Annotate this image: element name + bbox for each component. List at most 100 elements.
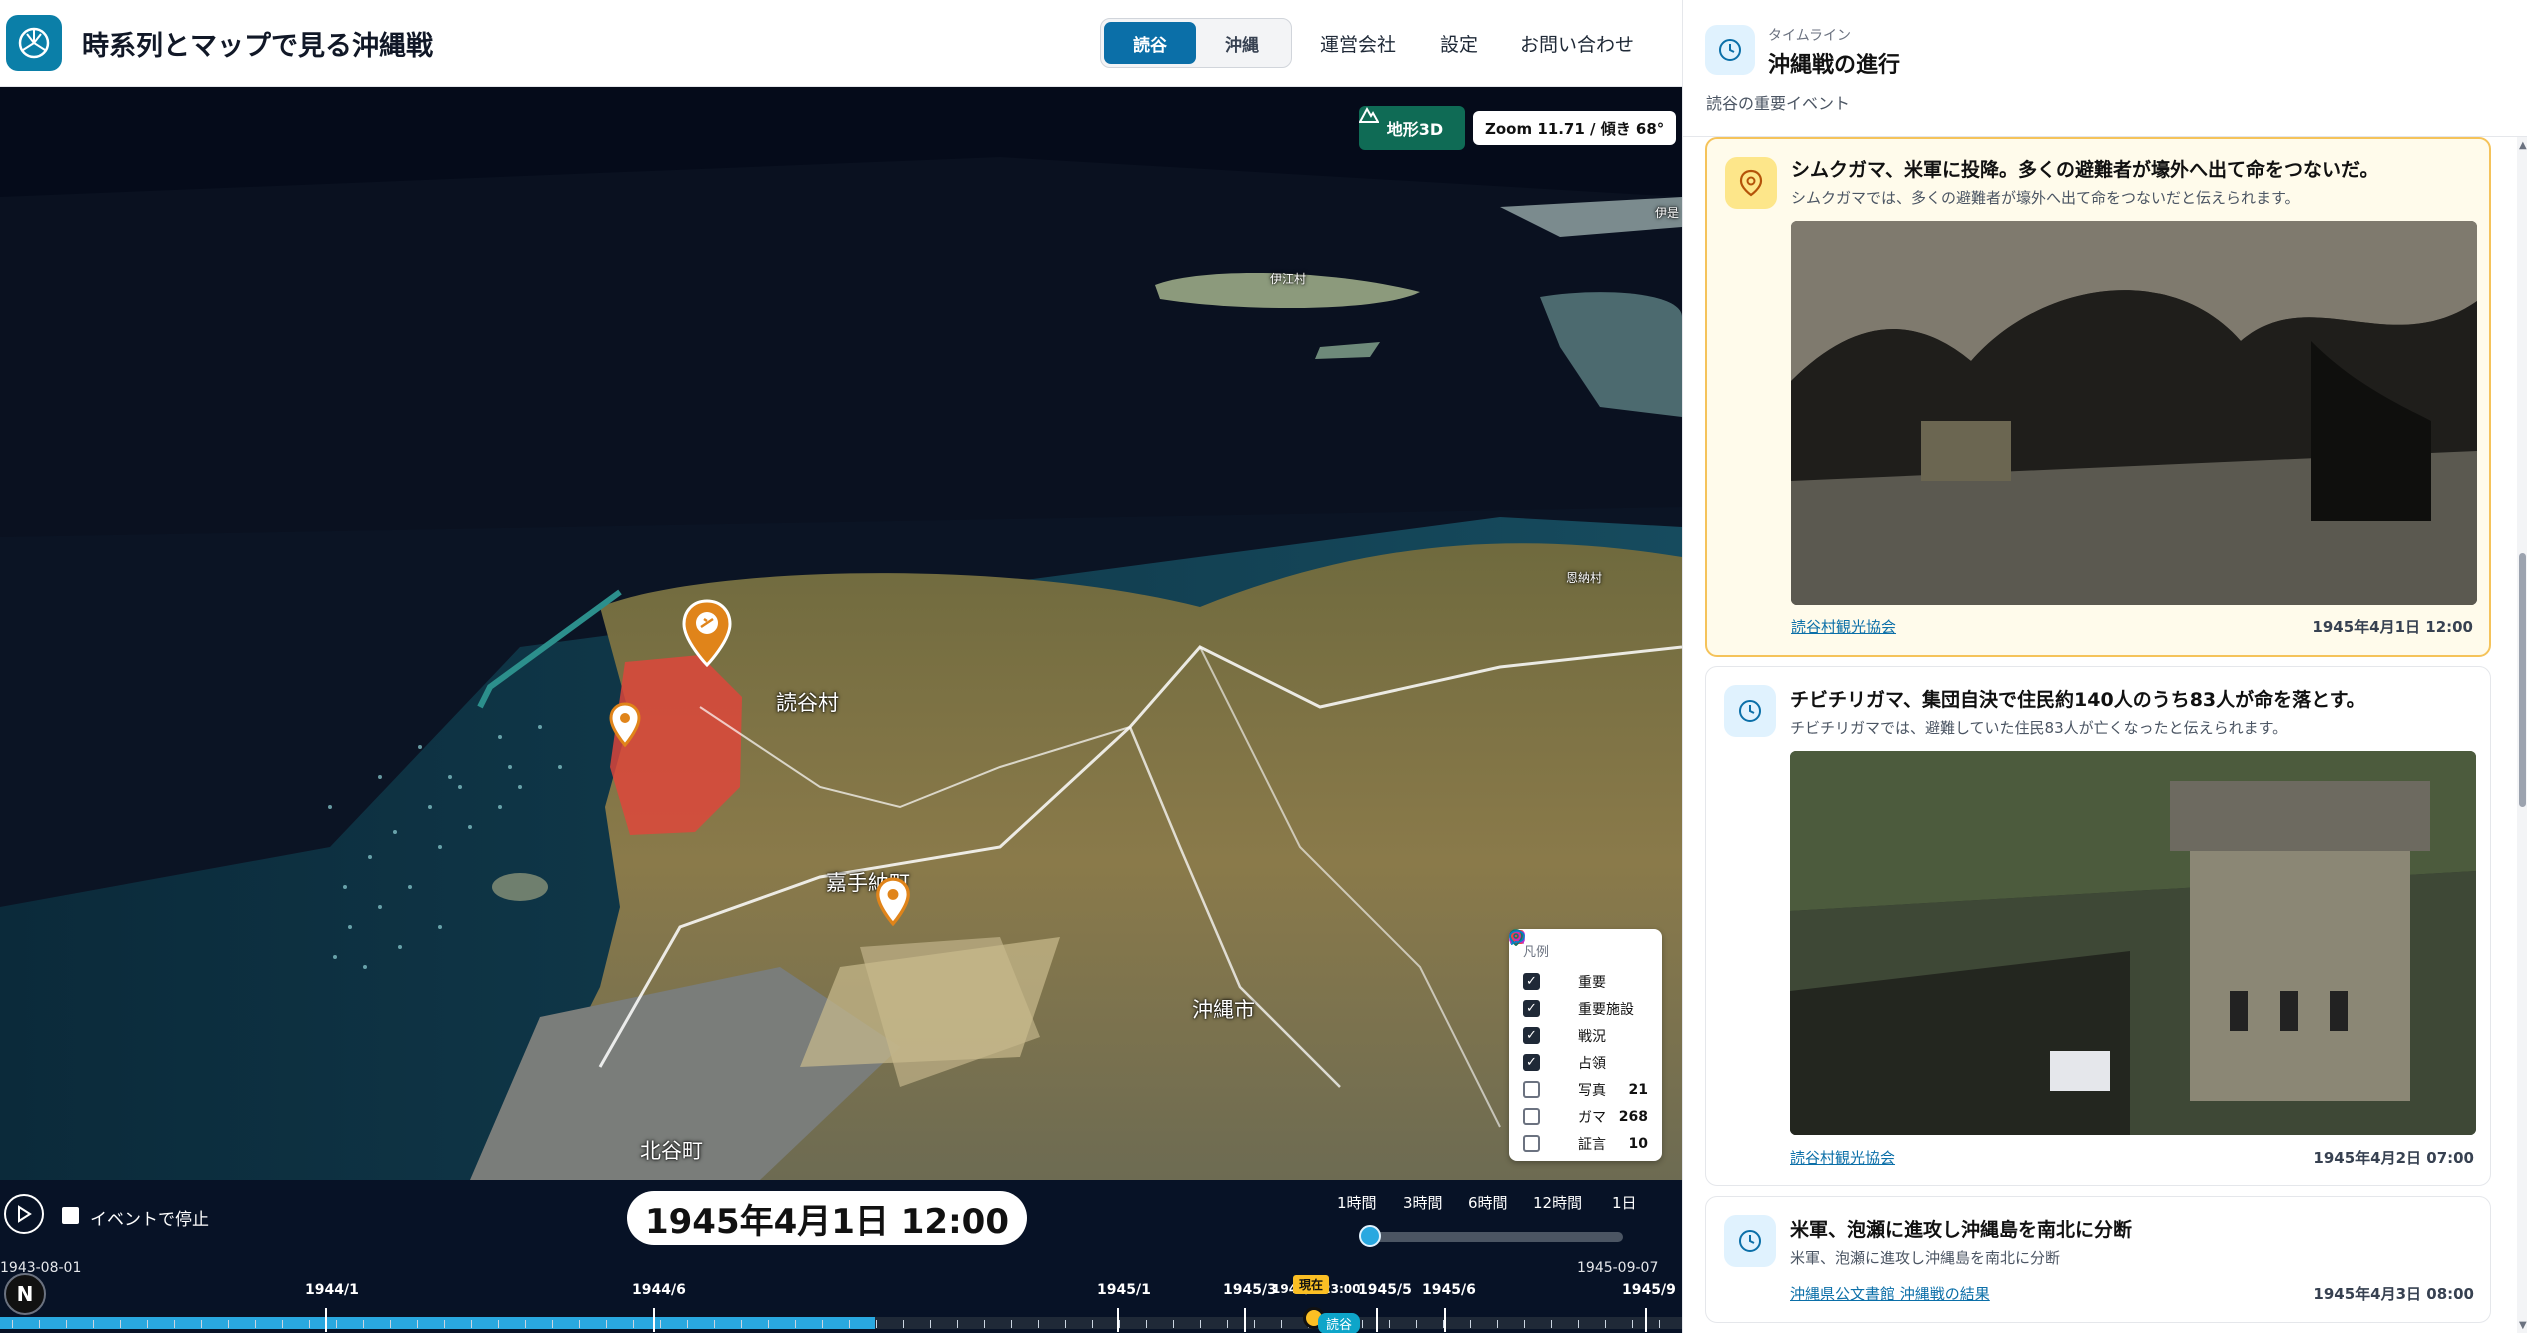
speed-slider-track[interactable]	[1360, 1232, 1623, 1242]
event-source-link[interactable]: 読谷村観光協会	[1790, 1147, 1895, 1168]
legend-checkbox[interactable]: ✓	[1523, 1000, 1540, 1017]
legend-checkbox[interactable]	[1523, 1108, 1540, 1125]
timeline-minor-tick	[201, 1320, 202, 1328]
nav-company-link[interactable]: 運営会社	[1320, 0, 1396, 87]
occupied-square-icon	[1510, 930, 1568, 1072]
timeline-tick	[325, 1308, 327, 1332]
legend-count: 268	[1618, 1108, 1648, 1125]
scroll-up-icon[interactable]: ▲	[2519, 140, 2527, 151]
speed-option-1d[interactable]: 1日	[1612, 1192, 1637, 1213]
event-date: 1945年4月1日 12:00	[2312, 618, 2473, 636]
sidebar-scrollbar-thumb[interactable]	[2519, 553, 2526, 807]
timeline-tick-label: 1944/1	[305, 1282, 359, 1298]
timeline-minor-tick	[1227, 1320, 1228, 1328]
major-event-pin-icon[interactable]	[682, 599, 732, 669]
speed-slider-knob[interactable]	[1359, 1225, 1381, 1247]
timeline-minor-tick	[957, 1320, 958, 1328]
current-region-tag: 読谷	[1318, 1313, 1361, 1333]
timeline-minor-tick	[1551, 1320, 1552, 1328]
timeline-minor-tick	[1119, 1320, 1120, 1328]
event-source-link[interactable]: 読谷村観光協会	[1791, 616, 1896, 637]
legend-label: 証言	[1578, 1136, 1606, 1153]
legend-checkbox[interactable]	[1523, 1135, 1540, 1152]
timeline-minor-tick	[984, 1320, 985, 1328]
stop-on-event-checkbox[interactable]	[62, 1207, 79, 1224]
speed-option-1h[interactable]: 1時間	[1337, 1192, 1377, 1213]
nav-settings-link[interactable]: 設定	[1440, 0, 1478, 87]
speed-option-6h[interactable]: 6時間	[1468, 1192, 1508, 1213]
legend-item[interactable]: ガマ 268	[1509, 929, 1648, 1130]
now-marker-label: 現在	[1293, 1275, 1330, 1294]
timeline-minor-tick	[1011, 1320, 1012, 1328]
timeline-minor-tick	[444, 1320, 445, 1328]
terrain-3d-label: 地形3D	[1386, 120, 1444, 139]
speed-option-12h[interactable]: 12時間	[1533, 1192, 1582, 1213]
event-source-link[interactable]: 沖縄県公文書館 沖縄戦の結果	[1790, 1283, 1990, 1304]
map-canvas[interactable]: 地形3D Zoom 11.71 / 傾き 68° 読谷村 嘉手納町 沖縄市 北谷…	[0, 87, 1682, 1180]
event-date: 1945年4月2日 07:00	[2313, 1149, 2474, 1167]
tab-yomitan[interactable]: 読谷	[1104, 22, 1196, 64]
timeline-tick-label: 1945/9	[1622, 1282, 1676, 1298]
legend-title: 凡例	[1523, 945, 1550, 960]
camera-icon	[1509, 930, 1568, 1099]
speech-icon	[1509, 930, 1568, 1153]
play-button[interactable]	[4, 1194, 44, 1234]
legend-item[interactable]: ✓ 重要	[1509, 929, 1648, 995]
compass-north-button[interactable]: N	[4, 1273, 46, 1315]
legend-checkbox[interactable]: ✓	[1523, 1054, 1540, 1071]
timeline-tick	[1444, 1308, 1446, 1332]
legend-item[interactable]: ✓ 戦況	[1510, 930, 1648, 1049]
timeline-bar: イベントで停止 1945年4月1日 12:00 1時間 3時間 6時間 12時間…	[0, 1180, 1682, 1333]
timeline-minor-tick	[255, 1320, 256, 1328]
legend-item[interactable]: 写真 21	[1509, 930, 1648, 1103]
event-date: 1945年4月3日 08:00	[2313, 1285, 2474, 1303]
timeline-minor-tick	[1605, 1320, 1606, 1328]
timeline-minor-tick	[1065, 1320, 1066, 1328]
event-pin-icon[interactable]	[875, 877, 911, 927]
event-description: シムクガマでは、多くの避難者が壕外へ出て命をつないだと伝えられます。	[1791, 189, 2300, 207]
timeline-minor-tick	[1443, 1320, 1444, 1328]
legend-item[interactable]: ✓ 重要施設	[1509, 930, 1648, 1022]
app-header: 時系列とマップで見る沖縄戦 読谷 沖縄 運営会社 設定 お問い合わせ	[0, 0, 1682, 87]
timeline-minor-tick	[525, 1320, 526, 1328]
clock-icon	[1724, 685, 1776, 737]
timeline-tick-label: 1945/5	[1358, 1282, 1412, 1298]
event-photo[interactable]	[1790, 751, 2476, 1135]
legend-count: 21	[1628, 1081, 1648, 1098]
legend-label: 戦況	[1578, 1028, 1606, 1045]
event-card[interactable]: 米軍、泡瀬に進攻し沖縄島を南北に分断 米軍、泡瀬に進攻し沖縄島を南北に分断 沖縄…	[1705, 1196, 2491, 1323]
timeline-progress	[0, 1317, 875, 1329]
place-label-yomitan: 読谷村	[776, 691, 839, 715]
timeline-minor-tick	[795, 1320, 796, 1328]
legend-item[interactable]: 証言 10	[1509, 930, 1648, 1157]
event-card[interactable]: チビチリガマ、集団自決で住民約140人のうち83人が命を落とす。 チビチリガマで…	[1705, 666, 2491, 1186]
event-description: 米軍、泡瀬に進攻し沖縄島を南北に分断	[1790, 1249, 2061, 1267]
timeline-minor-tick	[714, 1320, 715, 1328]
speed-option-3h[interactable]: 3時間	[1403, 1192, 1443, 1213]
legend-checkbox[interactable]: ✓	[1523, 1027, 1540, 1044]
timeline-minor-tick	[93, 1320, 94, 1328]
event-photo[interactable]	[1791, 221, 2477, 605]
event-pin-icon[interactable]	[609, 702, 641, 748]
timeline-minor-tick	[579, 1320, 580, 1328]
legend-checkbox[interactable]: ✓	[1523, 973, 1540, 990]
timeline-minor-tick	[849, 1320, 850, 1328]
app-title: 時系列とマップで見る沖縄戦	[82, 30, 433, 62]
legend-label: ガマ	[1578, 1109, 1606, 1126]
event-title: シムクガマ、米軍に投降。多くの避難者が壕外へ出て命をつないだ。	[1791, 159, 2379, 181]
clock-icon	[1705, 25, 1755, 75]
nav-contact-link[interactable]: お問い合わせ	[1520, 0, 1634, 87]
scroll-down-icon[interactable]: ▼	[2519, 1320, 2527, 1331]
legend-checkbox[interactable]	[1523, 1081, 1540, 1098]
legend-item[interactable]: ✓ 占領	[1510, 930, 1648, 1076]
timeline-minor-tick	[876, 1320, 877, 1328]
region-toggle: 読谷 沖縄	[1100, 18, 1292, 68]
event-card[interactable]: シムクガマ、米軍に投降。多くの避難者が壕外へ出て命をつないだ。 シムクガマでは、…	[1705, 137, 2491, 657]
app-logo-icon[interactable]	[6, 15, 62, 71]
tab-okinawa[interactable]: 沖縄	[1196, 22, 1288, 64]
pin-icon	[1509, 929, 1568, 991]
timeline-minor-tick	[1578, 1320, 1579, 1328]
map-legend: 凡例 ✓ 重要 ✓ 重要施設 ✓ 戦況 ✓ 占領 写真 21 ガマ 268 証言 10	[1509, 929, 1662, 1161]
current-datetime-display: 1945年4月1日 12:00	[627, 1191, 1027, 1245]
terrain-3d-button[interactable]: 地形3D	[1359, 106, 1465, 150]
